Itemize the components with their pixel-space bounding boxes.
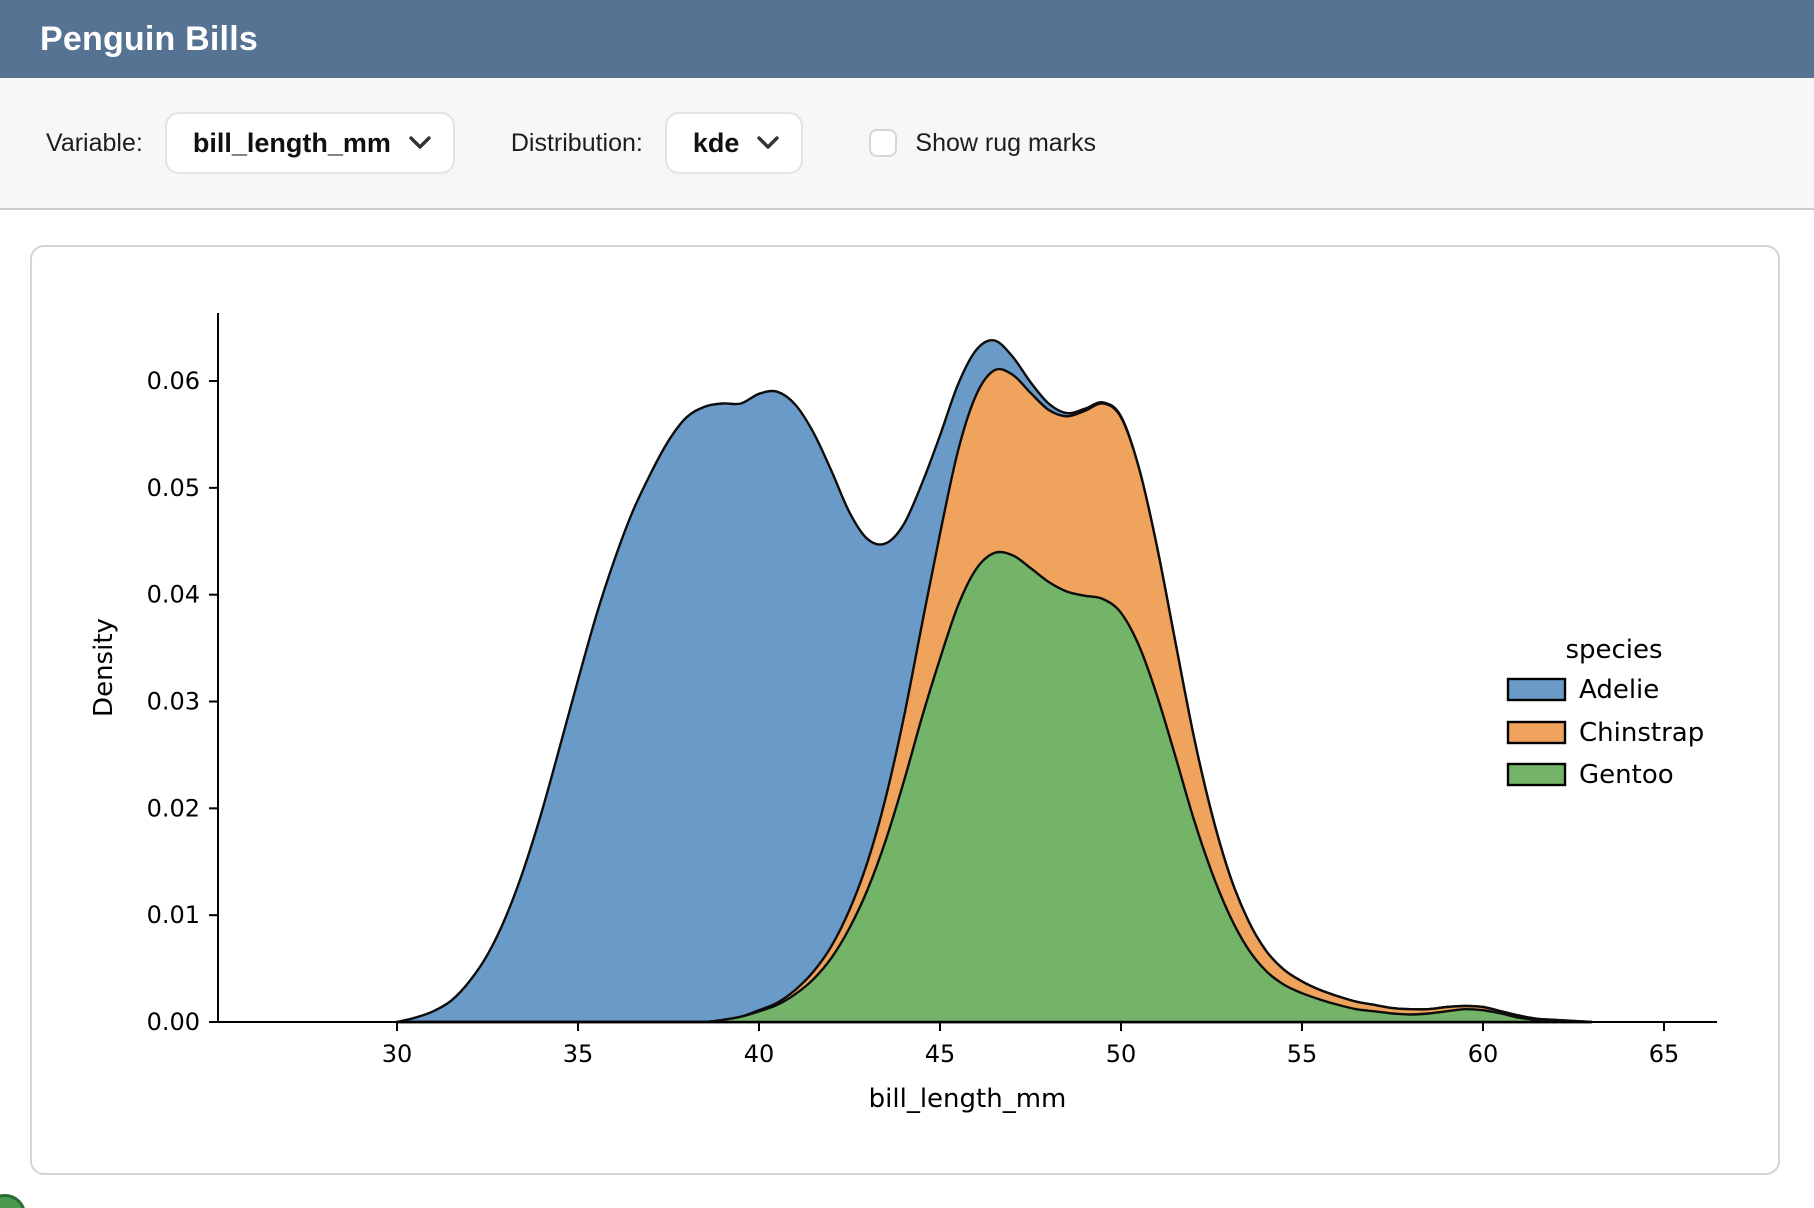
rug-checkbox[interactable] — [869, 129, 897, 157]
legend-swatch-gentoo — [1508, 764, 1565, 785]
chevron-down-icon — [409, 136, 431, 150]
legend-label-adelie: Adelie — [1579, 675, 1659, 705]
kde-chart: 30 35 40 45 50 55 60 65 0.00 0.01 0.02 0.03 0.04 0.05… — [32, 247, 1778, 1173]
x-axis-label: bill_length_mm — [869, 1084, 1067, 1114]
y-tick-label: 0.05 — [147, 474, 200, 502]
chart-card: 30 35 40 45 50 55 60 65 0.00 0.01 0.02 0.03 0.04 0.05… — [30, 245, 1780, 1175]
x-tick-label: 30 — [382, 1040, 413, 1068]
x-tick-label: 45 — [925, 1040, 956, 1068]
y-tick-label: 0.00 — [147, 1008, 200, 1036]
y-tick-label: 0.03 — [147, 688, 200, 716]
y-tick-label: 0.04 — [147, 581, 200, 609]
y-axis-label: Density — [89, 618, 119, 717]
variable-select[interactable]: bill_length_mm — [165, 112, 455, 174]
legend-title: species — [1565, 635, 1662, 665]
app-header: Penguin Bills — [0, 0, 1814, 78]
legend-label-gentoo: Gentoo — [1579, 760, 1674, 790]
x-tick-label: 60 — [1468, 1040, 1499, 1068]
y-tick-label: 0.06 — [147, 367, 200, 395]
rug-checkbox-label: Show rug marks — [915, 129, 1096, 158]
legend-label-chinstrap: Chinstrap — [1579, 718, 1704, 748]
distribution-select[interactable]: kde — [665, 112, 804, 174]
corner-accent — [0, 1194, 26, 1208]
distribution-select-value: kde — [693, 128, 740, 159]
app-root: Penguin Bills Variable: bill_length_mm D… — [0, 0, 1814, 1208]
x-tick-label: 55 — [1287, 1040, 1318, 1068]
toolbar: Variable: bill_length_mm Distribution: k… — [0, 78, 1814, 210]
legend-swatch-adelie — [1508, 679, 1565, 700]
x-tick-label: 40 — [744, 1040, 775, 1068]
variable-select-value: bill_length_mm — [193, 128, 391, 159]
y-tick-label: 0.02 — [147, 794, 200, 822]
chevron-down-icon — [757, 136, 779, 150]
y-tick-label: 0.01 — [147, 901, 200, 929]
x-tick-label: 35 — [563, 1040, 594, 1068]
x-tick-label: 65 — [1649, 1040, 1680, 1068]
x-tick-label: 50 — [1106, 1040, 1137, 1068]
variable-label: Variable: — [46, 129, 143, 158]
legend-swatch-chinstrap — [1508, 722, 1565, 743]
distribution-label: Distribution: — [511, 129, 643, 158]
page-title: Penguin Bills — [40, 20, 258, 59]
